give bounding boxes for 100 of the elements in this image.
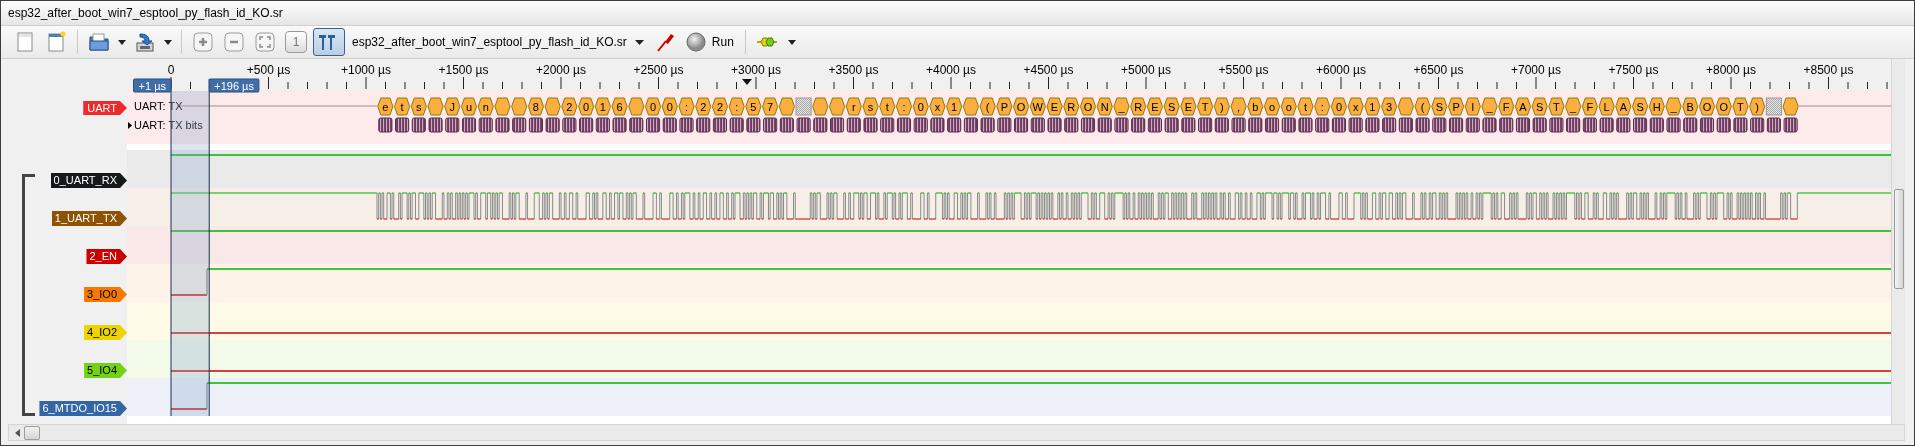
decoded-character: 0 bbox=[1330, 97, 1347, 116]
decoded-character: : bbox=[895, 97, 913, 116]
tick-label: +3000 µs bbox=[731, 63, 781, 77]
cursor-line[interactable] bbox=[170, 78, 172, 417]
decoded-character: _ bbox=[1113, 97, 1130, 116]
bits-annotation bbox=[980, 117, 995, 133]
bits-annotation bbox=[1482, 117, 1497, 133]
tick-label: +7000 µs bbox=[1511, 63, 1561, 77]
bits-annotation bbox=[629, 117, 644, 133]
decoded-character: _ bbox=[1481, 97, 1498, 116]
scrollbar-thumb[interactable] bbox=[1893, 189, 1904, 289]
channel-label[interactable]: 3_IO0 bbox=[84, 287, 127, 302]
decoded-character: t bbox=[394, 97, 411, 116]
bits-annotation bbox=[1030, 117, 1045, 133]
decoded-character: u bbox=[460, 97, 478, 116]
decoded-character bbox=[494, 97, 511, 116]
decoded-character: 8 bbox=[527, 97, 544, 116]
channel-label[interactable]: 6_MTDO_IO15 bbox=[39, 401, 127, 416]
caret-icon[interactable] bbox=[785, 39, 798, 45]
tick-label: +1000 µs bbox=[341, 63, 391, 77]
tick-label: 0 bbox=[167, 63, 175, 77]
bits-annotation bbox=[1264, 117, 1280, 133]
run-button[interactable]: Run bbox=[681, 32, 738, 52]
tick-label: +5500 µs bbox=[1218, 63, 1269, 77]
caret-icon[interactable] bbox=[634, 39, 644, 45]
channel-label[interactable]: 2_EN bbox=[86, 249, 127, 264]
bits-annotation bbox=[880, 117, 895, 133]
decoded-character: n bbox=[477, 97, 494, 116]
bits-annotation bbox=[612, 117, 627, 133]
cursor-label[interactable]: +196 µs bbox=[208, 78, 260, 93]
decoded-character: b bbox=[1247, 97, 1264, 116]
decoded-character: T bbox=[1197, 97, 1214, 116]
bits-annotation bbox=[1515, 117, 1531, 133]
decoded-character: 0 bbox=[661, 97, 678, 116]
device-dropdown[interactable]: esp32_after_boot_win7_esptool_py_flash_id_KO.sr bbox=[348, 33, 648, 51]
bits-annotation bbox=[512, 117, 527, 133]
decoded-character: s bbox=[410, 97, 427, 116]
bits-annotation bbox=[1298, 117, 1313, 133]
bits-annotation bbox=[1231, 117, 1246, 133]
bits-annotation bbox=[947, 117, 962, 133]
bits-annotation bbox=[395, 117, 410, 133]
channel-label[interactable]: 1_UART_TX bbox=[51, 211, 127, 226]
bits-annotation bbox=[813, 117, 828, 133]
decoded-character: 0 bbox=[644, 97, 662, 116]
decoded-character: r bbox=[845, 97, 862, 116]
vertical-scrollbar[interactable] bbox=[1891, 59, 1905, 424]
decoded-character: _ bbox=[1565, 97, 1582, 116]
bits-annotation bbox=[896, 117, 912, 133]
decoded-character: N bbox=[1096, 97, 1113, 116]
decoded-character: 1 bbox=[1364, 97, 1381, 116]
expand-icon[interactable] bbox=[128, 122, 132, 129]
bits-annotation bbox=[1281, 117, 1296, 133]
cursors-icon[interactable] bbox=[313, 28, 345, 56]
decoded-character: F bbox=[1581, 97, 1598, 116]
bits-annotation bbox=[1666, 117, 1681, 133]
horizontal-scrollbar[interactable] bbox=[8, 424, 1905, 441]
decoded-character: 7 bbox=[762, 97, 779, 116]
caret-icon[interactable] bbox=[162, 39, 174, 45]
bits-annotation bbox=[528, 117, 543, 133]
decoded-character: B bbox=[1682, 97, 1699, 116]
decoded-character: ) bbox=[1213, 97, 1230, 116]
channel-label[interactable]: 5_IO4 bbox=[84, 363, 127, 378]
caret-icon[interactable] bbox=[116, 39, 128, 45]
bits-annotation bbox=[1582, 117, 1597, 133]
bits-annotation bbox=[1566, 117, 1581, 133]
bits-annotation bbox=[846, 117, 861, 133]
channel-label[interactable]: 0_UART_RX bbox=[50, 173, 127, 188]
decoded-character: S bbox=[1632, 97, 1649, 116]
bits-annotation bbox=[1064, 117, 1079, 133]
bits-annotation bbox=[1114, 117, 1129, 133]
zoom-one-to-one-button[interactable]: 1 bbox=[282, 28, 310, 56]
cursor-label[interactable]: +1 µs bbox=[133, 78, 172, 93]
decoded-character: : bbox=[728, 97, 745, 116]
bits-annotation bbox=[1181, 117, 1196, 133]
decoded-character: 6 bbox=[611, 97, 628, 116]
error-annotation bbox=[1765, 97, 1782, 116]
decoded-character: W bbox=[1029, 97, 1046, 116]
bits-annotation bbox=[712, 117, 727, 133]
bits-annotation bbox=[1097, 117, 1112, 133]
tick-label: +4000 µs bbox=[926, 63, 976, 77]
bits-annotation bbox=[963, 117, 978, 133]
decoded-character: 0 bbox=[578, 97, 595, 116]
decoder-label[interactable]: UART bbox=[83, 101, 127, 115]
tick-label: +3500 µs bbox=[828, 63, 879, 77]
decoded-character: 0 bbox=[912, 97, 929, 116]
bits-annotation bbox=[1164, 117, 1179, 133]
bits-annotation bbox=[1616, 117, 1631, 133]
bits-annotation bbox=[930, 117, 945, 133]
decoded-character: t bbox=[1297, 97, 1314, 116]
decoded-character: x bbox=[1347, 97, 1364, 116]
decoded-character: J bbox=[444, 97, 461, 116]
tick-label: +5000 µs bbox=[1121, 63, 1171, 77]
scroll-left-icon[interactable] bbox=[15, 428, 20, 437]
decoded-character: S bbox=[1163, 97, 1180, 116]
channel-label[interactable]: 4_IO2 bbox=[84, 325, 127, 340]
decoded-character bbox=[544, 97, 561, 116]
scrollbar-thumb[interactable] bbox=[24, 425, 40, 440]
decoded-character: S bbox=[1531, 97, 1548, 116]
bits-annotation bbox=[1014, 117, 1029, 133]
bits-annotation bbox=[645, 117, 661, 133]
